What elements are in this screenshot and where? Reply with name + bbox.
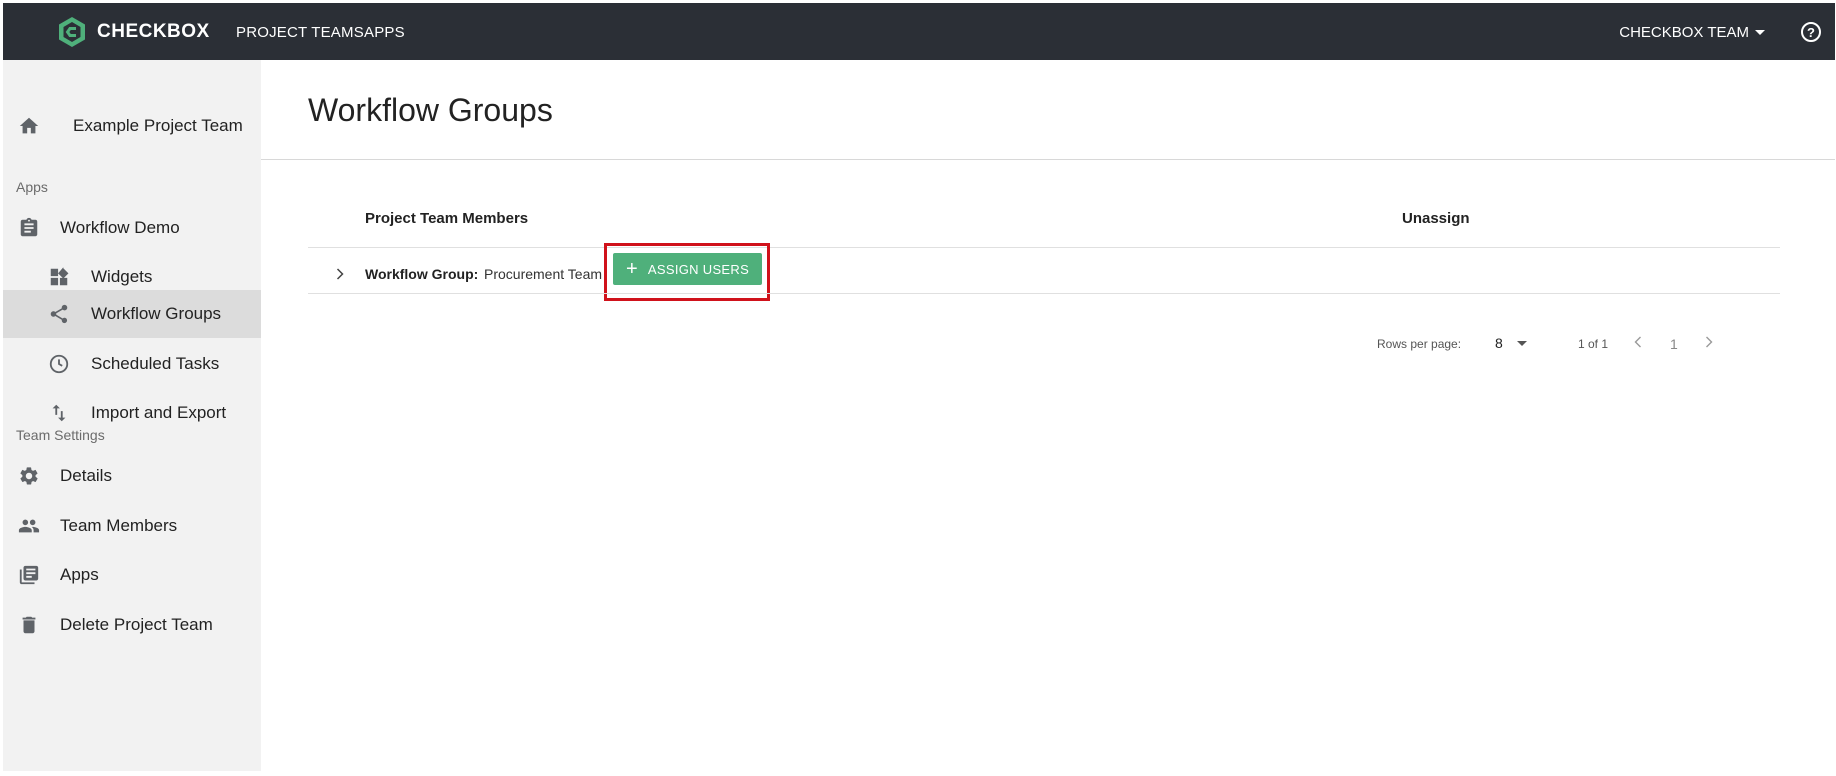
sidebar: Example Project Team Apps Workflow Demo … [3, 60, 261, 771]
page-title: Workflow Groups [308, 92, 553, 128]
sidebar-section-team-settings: Team Settings [16, 427, 105, 443]
app-window: CHECKBOX PROJECT TEAMS APPS CHECKBOX TEA… [3, 3, 1835, 771]
column-header-members: Project Team Members [365, 210, 529, 227]
team-menu[interactable]: CHECKBOX TEAM [1619, 24, 1765, 41]
home-icon [19, 117, 39, 134]
brand-logo[interactable]: CHECKBOX [56, 16, 210, 48]
chevron-right-icon[interactable] [1702, 333, 1716, 351]
top-navigation-bar: CHECKBOX PROJECT TEAMS APPS CHECKBOX TEA… [3, 3, 1835, 60]
pagination: Rows per page: 8 1 of 1 1 [308, 329, 1780, 359]
caret-down-icon[interactable] [1517, 341, 1527, 346]
share-icon [50, 304, 68, 324]
rows-per-page-label: Rows per page: [1377, 337, 1462, 351]
gear-icon [20, 467, 38, 485]
main-content: Workflow Groups Project Team Members Una… [261, 60, 1835, 771]
team-menu-label: CHECKBOX TEAM [1619, 24, 1749, 41]
sidebar-item-label: Delete Project Team [60, 615, 213, 634]
chevron-left-icon[interactable] [1631, 333, 1645, 351]
chevron-right-icon[interactable] [332, 266, 348, 282]
checkbox-logo-icon [59, 17, 85, 47]
widgets-icon [50, 267, 69, 286]
page-range: 1 of 1 [1578, 337, 1609, 351]
sidebar-item-label: Details [60, 466, 112, 485]
sidebar-section-apps: Apps [16, 179, 48, 195]
question-circle-icon[interactable]: ? [1801, 22, 1821, 42]
sidebar-item-scheduled-tasks[interactable]: Scheduled Tasks [3, 340, 261, 388]
column-header-unassign: Unassign [1402, 210, 1470, 227]
sidebar-item-label: Import and Export [91, 403, 227, 422]
sidebar-item-team-members[interactable]: Team Members [3, 502, 261, 550]
nav-project-teams[interactable]: PROJECT TEAMS [236, 24, 364, 41]
sidebar-item-label: Team Members [60, 516, 178, 535]
assign-users-label: ASSIGN USERS [647, 261, 750, 277]
sidebar-item-delete-project-team[interactable]: Delete Project Team [3, 601, 261, 649]
import-export-icon [52, 404, 66, 422]
caret-down-icon [1755, 30, 1765, 35]
clipboard-icon [20, 217, 38, 237]
sidebar-item-details[interactable]: Details [3, 452, 261, 500]
rows-per-page-select[interactable]: 8 [1495, 335, 1503, 351]
trash-icon [22, 616, 36, 634]
brand-name: CHECKBOX [97, 21, 210, 42]
sidebar-item-label: Workflow Groups [91, 304, 222, 323]
people-icon [18, 519, 40, 533]
sidebar-item-label: Workflow Demo [60, 218, 180, 237]
sidebar-item-label: Scheduled Tasks [91, 354, 220, 373]
divider [261, 159, 1835, 160]
clock-icon [49, 354, 69, 374]
nav-apps[interactable]: APPS [364, 24, 405, 41]
workflow-group-name: Procurement Team [484, 266, 603, 282]
page-number[interactable]: 1 [1670, 336, 1678, 352]
sidebar-item-label: Widgets [91, 267, 153, 286]
plus-icon: + [625, 258, 638, 280]
workflow-group-label: Workflow Group: [365, 266, 479, 282]
sidebar-item-workflow-groups[interactable]: Workflow Groups [3, 290, 261, 338]
sidebar-item-label: Apps [60, 565, 99, 584]
divider [308, 293, 1780, 294]
assign-users-button[interactable]: + ASSIGN USERS [613, 253, 762, 285]
sidebar-item-apps[interactable]: Apps [3, 551, 261, 599]
library-icon [19, 565, 39, 585]
sidebar-item-home[interactable]: Example Project Team [3, 100, 261, 150]
sidebar-home-label: Example Project Team [73, 116, 243, 135]
sidebar-item-workflow-demo[interactable]: Workflow Demo [3, 204, 261, 252]
